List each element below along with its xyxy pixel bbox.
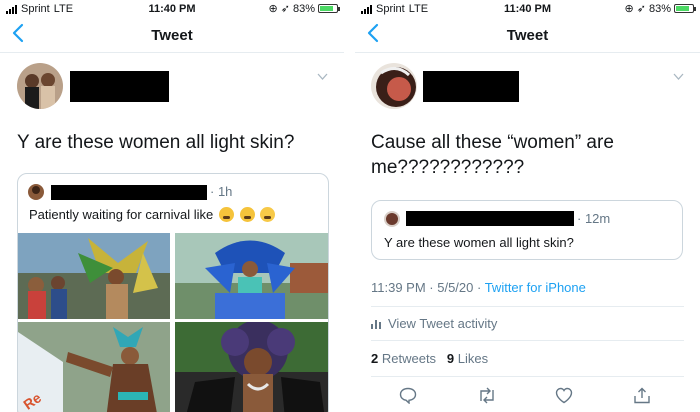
carnival-photo-2[interactable] xyxy=(175,233,328,319)
right-screenshot: Sprint LTE 11:40 PM ⊕ ➶ 83% Tweet Cause … xyxy=(355,0,700,412)
tweet-text: Y are these women all light skin? xyxy=(17,132,295,153)
redacted-quoted-username xyxy=(51,185,207,200)
quoted-text: Y are these women all light skin? xyxy=(384,235,574,250)
weary-face-emoji xyxy=(218,207,234,222)
carnival-photo-1[interactable] xyxy=(18,233,170,319)
battery-percent: 83% xyxy=(292,2,315,15)
redacted-quoted-username xyxy=(406,211,574,226)
quoted-tweet[interactable]: · 1h Patiently waiting for carnival like… xyxy=(17,173,329,412)
status-bar: Sprint LTE 11:40 PM ⊕ ➶ 83% xyxy=(355,0,700,18)
nav-bar: Tweet xyxy=(0,20,344,53)
tweet-timestamp: 11:39 PM · 5/5/20 · Twitter for iPhone xyxy=(371,280,586,295)
source-link[interactable]: Twitter for iPhone xyxy=(485,280,586,295)
nav-bar: Tweet xyxy=(355,20,700,53)
weary-face-emoji xyxy=(239,207,255,222)
nav-title: Tweet xyxy=(506,27,549,44)
bar-chart-icon xyxy=(371,320,381,329)
battery-percent: 83% xyxy=(648,2,671,15)
battery-icon xyxy=(674,4,696,13)
status-bar: Sprint LTE 11:40 PM ⊕ ➶ 83% xyxy=(0,0,344,18)
carnival-photo-4[interactable] xyxy=(175,322,328,412)
left-screenshot: Sprint LTE 11:40 PM ⊕ ➶ 83% Tweet Y are … xyxy=(0,0,344,412)
likes-stat[interactable]: 9 Likes xyxy=(447,351,488,366)
reply-icon[interactable] xyxy=(399,387,419,405)
chevron-down-icon[interactable] xyxy=(673,73,684,80)
carnival-photo-3[interactable]: Re xyxy=(18,322,170,412)
engagement-stats: 2 Retweets 9 Likes xyxy=(371,351,488,366)
battery-icon xyxy=(318,4,340,13)
like-icon[interactable] xyxy=(555,387,575,405)
crying-laughing-emoji xyxy=(260,207,276,222)
redacted-username xyxy=(70,71,169,102)
redacted-username xyxy=(423,71,519,102)
location-icon: ➶ xyxy=(280,3,290,15)
quoted-time: · 12m xyxy=(577,211,611,226)
quoted-avatar xyxy=(384,211,400,227)
quoted-time: · 1h xyxy=(210,184,233,199)
divider xyxy=(371,306,684,307)
quoted-avatar xyxy=(28,184,44,200)
panel-divider xyxy=(344,0,355,412)
retweets-stat[interactable]: 2 Retweets xyxy=(371,351,436,366)
view-activity-button[interactable]: View Tweet activity xyxy=(371,316,497,331)
chevron-down-icon[interactable] xyxy=(317,73,328,80)
avatar[interactable] xyxy=(371,63,417,109)
retweet-icon[interactable] xyxy=(477,387,497,405)
quoted-text: Patiently waiting for carnival like xyxy=(29,207,276,222)
share-icon[interactable] xyxy=(633,387,653,405)
avatar[interactable] xyxy=(17,63,63,109)
divider xyxy=(371,340,684,341)
status-right: ⊕ ➶ 83% xyxy=(624,2,696,15)
tweet-actions xyxy=(399,387,653,405)
quoted-tweet[interactable]: · 12m Y are these women all light skin? xyxy=(371,200,683,260)
lock-rotation-icon: ⊕ xyxy=(624,3,634,15)
lock-rotation-icon: ⊕ xyxy=(268,3,278,15)
divider xyxy=(371,376,684,377)
nav-title: Tweet xyxy=(151,27,193,44)
location-icon: ➶ xyxy=(636,3,646,15)
status-right: ⊕ ➶ 83% xyxy=(268,2,340,15)
tweet-text: Cause all these “women” are me??????????… xyxy=(371,132,614,178)
